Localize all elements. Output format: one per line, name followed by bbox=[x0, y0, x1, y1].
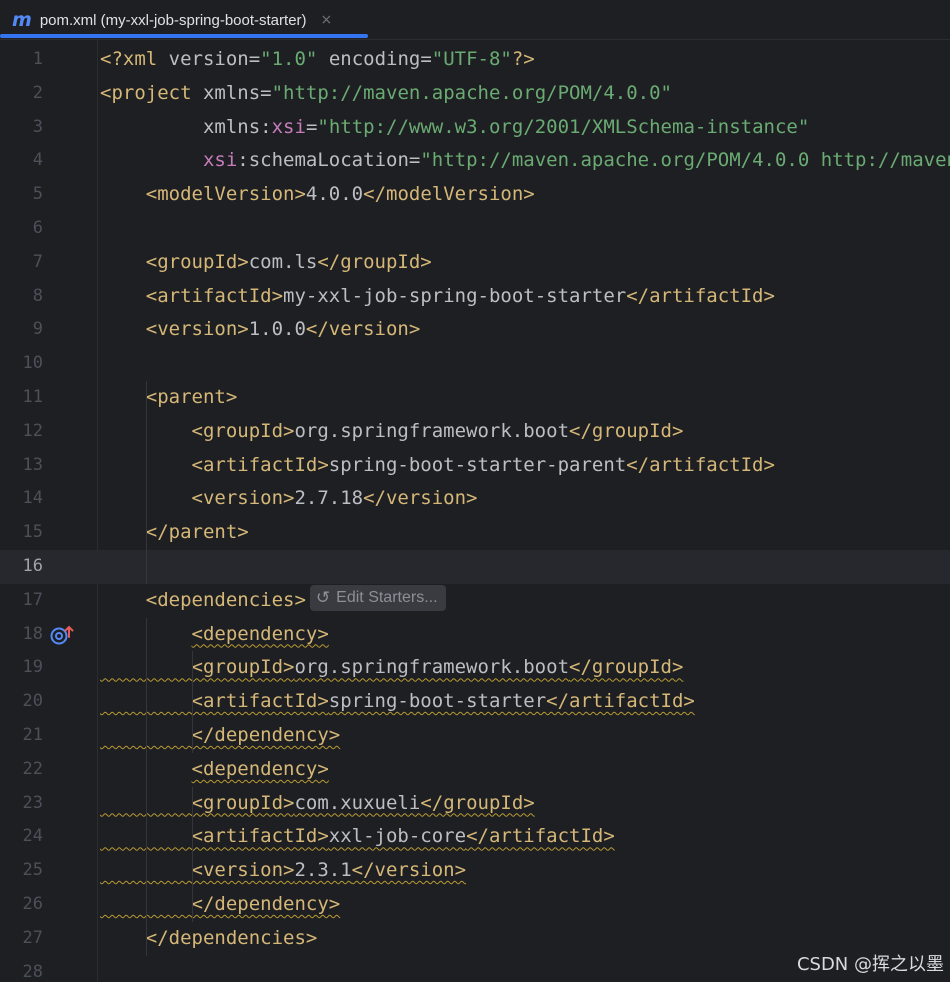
code-text: <artifactId>spring-boot-starter-parent</… bbox=[191, 453, 775, 476]
spring-leaf-icon: ↺ bbox=[315, 588, 331, 608]
line-number: 27 bbox=[22, 927, 43, 948]
line-number: 2 bbox=[32, 82, 43, 103]
line-number: 11 bbox=[22, 387, 43, 407]
code-line[interactable]: 16 bbox=[0, 550, 950, 584]
watermark: CSDN @挥之以墨 bbox=[796, 954, 944, 975]
code-line[interactable]: 9 <version>1.0.0</version> bbox=[0, 313, 950, 347]
code-text: </dependency> bbox=[191, 724, 341, 746]
code-text: <project xmlns="http://maven.apache.org/… bbox=[100, 81, 672, 104]
code-line[interactable]: 25 <version>2.3.1</version> bbox=[0, 854, 950, 888]
code-text: </dependency> bbox=[191, 893, 341, 915]
code-line[interactable]: 2 <project xmlns="http://maven.apache.org… bbox=[0, 77, 950, 111]
code-text: <dependencies> ↺ Edit Starters... bbox=[100, 584, 446, 618]
line-number: 4 bbox=[32, 150, 43, 171]
code-text: </parent> bbox=[145, 521, 249, 544]
code-text: <artifactId>xxl-job-core</artifactId> bbox=[191, 825, 615, 848]
line-number: 14 bbox=[22, 488, 43, 509]
line-number: 9 bbox=[32, 319, 43, 340]
active-tab-indicator bbox=[0, 34, 368, 38]
code-text: <groupId>com.ls</groupId> bbox=[145, 250, 432, 273]
code-text: <groupId>com.xuxueli</groupId> bbox=[191, 791, 535, 814]
maven-dependency-gutter-icon[interactable] bbox=[50, 623, 76, 647]
line-number: 23 bbox=[22, 792, 43, 813]
code-line[interactable]: 3 xmlns:xsi="http://www.w3.org/2001/XMLS… bbox=[0, 111, 950, 145]
line-number: 10 bbox=[22, 353, 43, 374]
maven-icon: m bbox=[12, 8, 32, 31]
line-number: 21 bbox=[22, 725, 43, 745]
line-number: 3 bbox=[32, 116, 43, 137]
code-line[interactable]: 13 <artifactId>spring-boot-starter-paren… bbox=[0, 449, 950, 483]
code-line[interactable]: 18 <dependency> bbox=[0, 618, 950, 652]
code-line[interactable]: 23 <groupId>com.xuxueli</groupId> bbox=[0, 787, 950, 821]
line-number: 20 bbox=[22, 691, 43, 712]
edit-starters-label: Edit Starters... bbox=[336, 589, 438, 607]
indent-guide bbox=[191, 786, 193, 922]
code-line[interactable]: 10 bbox=[0, 347, 950, 381]
code-text: <modelVersion>4.0.0</modelVersion> bbox=[145, 183, 535, 206]
code-text: <?xml version="1.0" encoding="UTF-8"?> bbox=[100, 48, 535, 70]
code-line[interactable]: 26 </dependency> bbox=[0, 888, 950, 922]
line-number: 7 bbox=[32, 251, 43, 272]
code-line[interactable]: 19 <groupId>org.springframework.boot</gr… bbox=[0, 651, 950, 685]
edit-starters-button[interactable]: ↺ Edit Starters... bbox=[309, 585, 446, 612]
code-text: xsi:schemaLocation="http://maven.apache.… bbox=[100, 149, 950, 172]
code-line[interactable]: 21 </dependency> bbox=[0, 719, 950, 753]
code-text: <groupId>org.springframework.boot</group… bbox=[191, 419, 684, 442]
line-number: 24 bbox=[22, 826, 43, 847]
line-number: 15 bbox=[22, 522, 43, 543]
line-number: 26 bbox=[22, 894, 43, 914]
line-number: 12 bbox=[22, 420, 43, 441]
code-line[interactable]: 17 <dependencies> ↺ Edit Starters... bbox=[0, 584, 950, 618]
code-line[interactable]: 5 <modelVersion>4.0.0</modelVersion> bbox=[0, 178, 950, 212]
code-line[interactable]: 12 <groupId>org.springframework.boot</gr… bbox=[0, 415, 950, 449]
line-number: 17 bbox=[22, 589, 43, 610]
line-number: 6 bbox=[32, 218, 43, 238]
indent-guide bbox=[191, 651, 193, 753]
code-text: <artifactId>spring-boot-starter</artifac… bbox=[191, 690, 695, 713]
line-number: 28 bbox=[22, 961, 43, 982]
code-text: <dependency> bbox=[191, 757, 329, 780]
code-text: <version>1.0.0</version> bbox=[145, 318, 421, 341]
close-icon[interactable]: × bbox=[321, 12, 333, 28]
code-text: <version>2.3.1</version> bbox=[191, 859, 467, 882]
code-line[interactable]: 22 <dependency> bbox=[0, 753, 950, 787]
code-line[interactable]: 15 </parent> bbox=[0, 516, 950, 550]
code-line[interactable]: 7 <groupId>com.ls</groupId> bbox=[0, 246, 950, 280]
indent-guide bbox=[145, 381, 147, 584]
code-text: <groupId>org.springframework.boot</group… bbox=[191, 656, 684, 679]
line-number: 8 bbox=[32, 285, 43, 306]
code-line[interactable]: 4 xsi:schemaLocation="http://maven.apach… bbox=[0, 144, 950, 178]
code-line[interactable]: 14 <version>2.7.18</version> bbox=[0, 482, 950, 516]
code-text: <version>2.7.18</version> bbox=[191, 487, 478, 510]
line-number: 13 bbox=[22, 454, 43, 475]
code-line[interactable]: 1 <?xml version="1.0" encoding="UTF-8"?> bbox=[0, 43, 950, 77]
line-number: 18 bbox=[22, 623, 43, 644]
code-editor[interactable]: 1 <?xml version="1.0" encoding="UTF-8"?> 2… bbox=[0, 40, 950, 982]
code-line[interactable]: 8 <artifactId>my-xxl-job-spring-boot-sta… bbox=[0, 280, 950, 314]
line-number: 19 bbox=[22, 657, 43, 678]
code-line[interactable]: 24 <artifactId>xxl-job-core</artifactId> bbox=[0, 820, 950, 854]
code-text: </dependencies> bbox=[145, 926, 318, 949]
code-text: xmlns:xsi="http://www.w3.org/2001/XMLSch… bbox=[100, 115, 810, 138]
line-number: 1 bbox=[32, 49, 43, 69]
code-text: <parent> bbox=[145, 386, 238, 408]
tab-title: pom.xml (my-xxl-job-spring-boot-starter) bbox=[39, 11, 307, 29]
line-number: 5 bbox=[32, 184, 43, 205]
editor-tab-bar: m pom.xml (my-xxl-job-spring-boot-starte… bbox=[0, 0, 950, 40]
code-line[interactable]: 6 bbox=[0, 212, 950, 246]
line-number: 16 bbox=[22, 556, 43, 576]
line-number: 22 bbox=[22, 758, 43, 779]
code-text: <artifactId>my-xxl-job-spring-boot-start… bbox=[145, 284, 775, 307]
line-number: 25 bbox=[22, 860, 43, 881]
code-text: <dependency> bbox=[191, 622, 329, 645]
code-line[interactable]: 11 <parent> bbox=[0, 381, 950, 415]
code-line[interactable]: 20 <artifactId>spring-boot-starter</arti… bbox=[0, 685, 950, 719]
indent-guide bbox=[145, 617, 147, 956]
